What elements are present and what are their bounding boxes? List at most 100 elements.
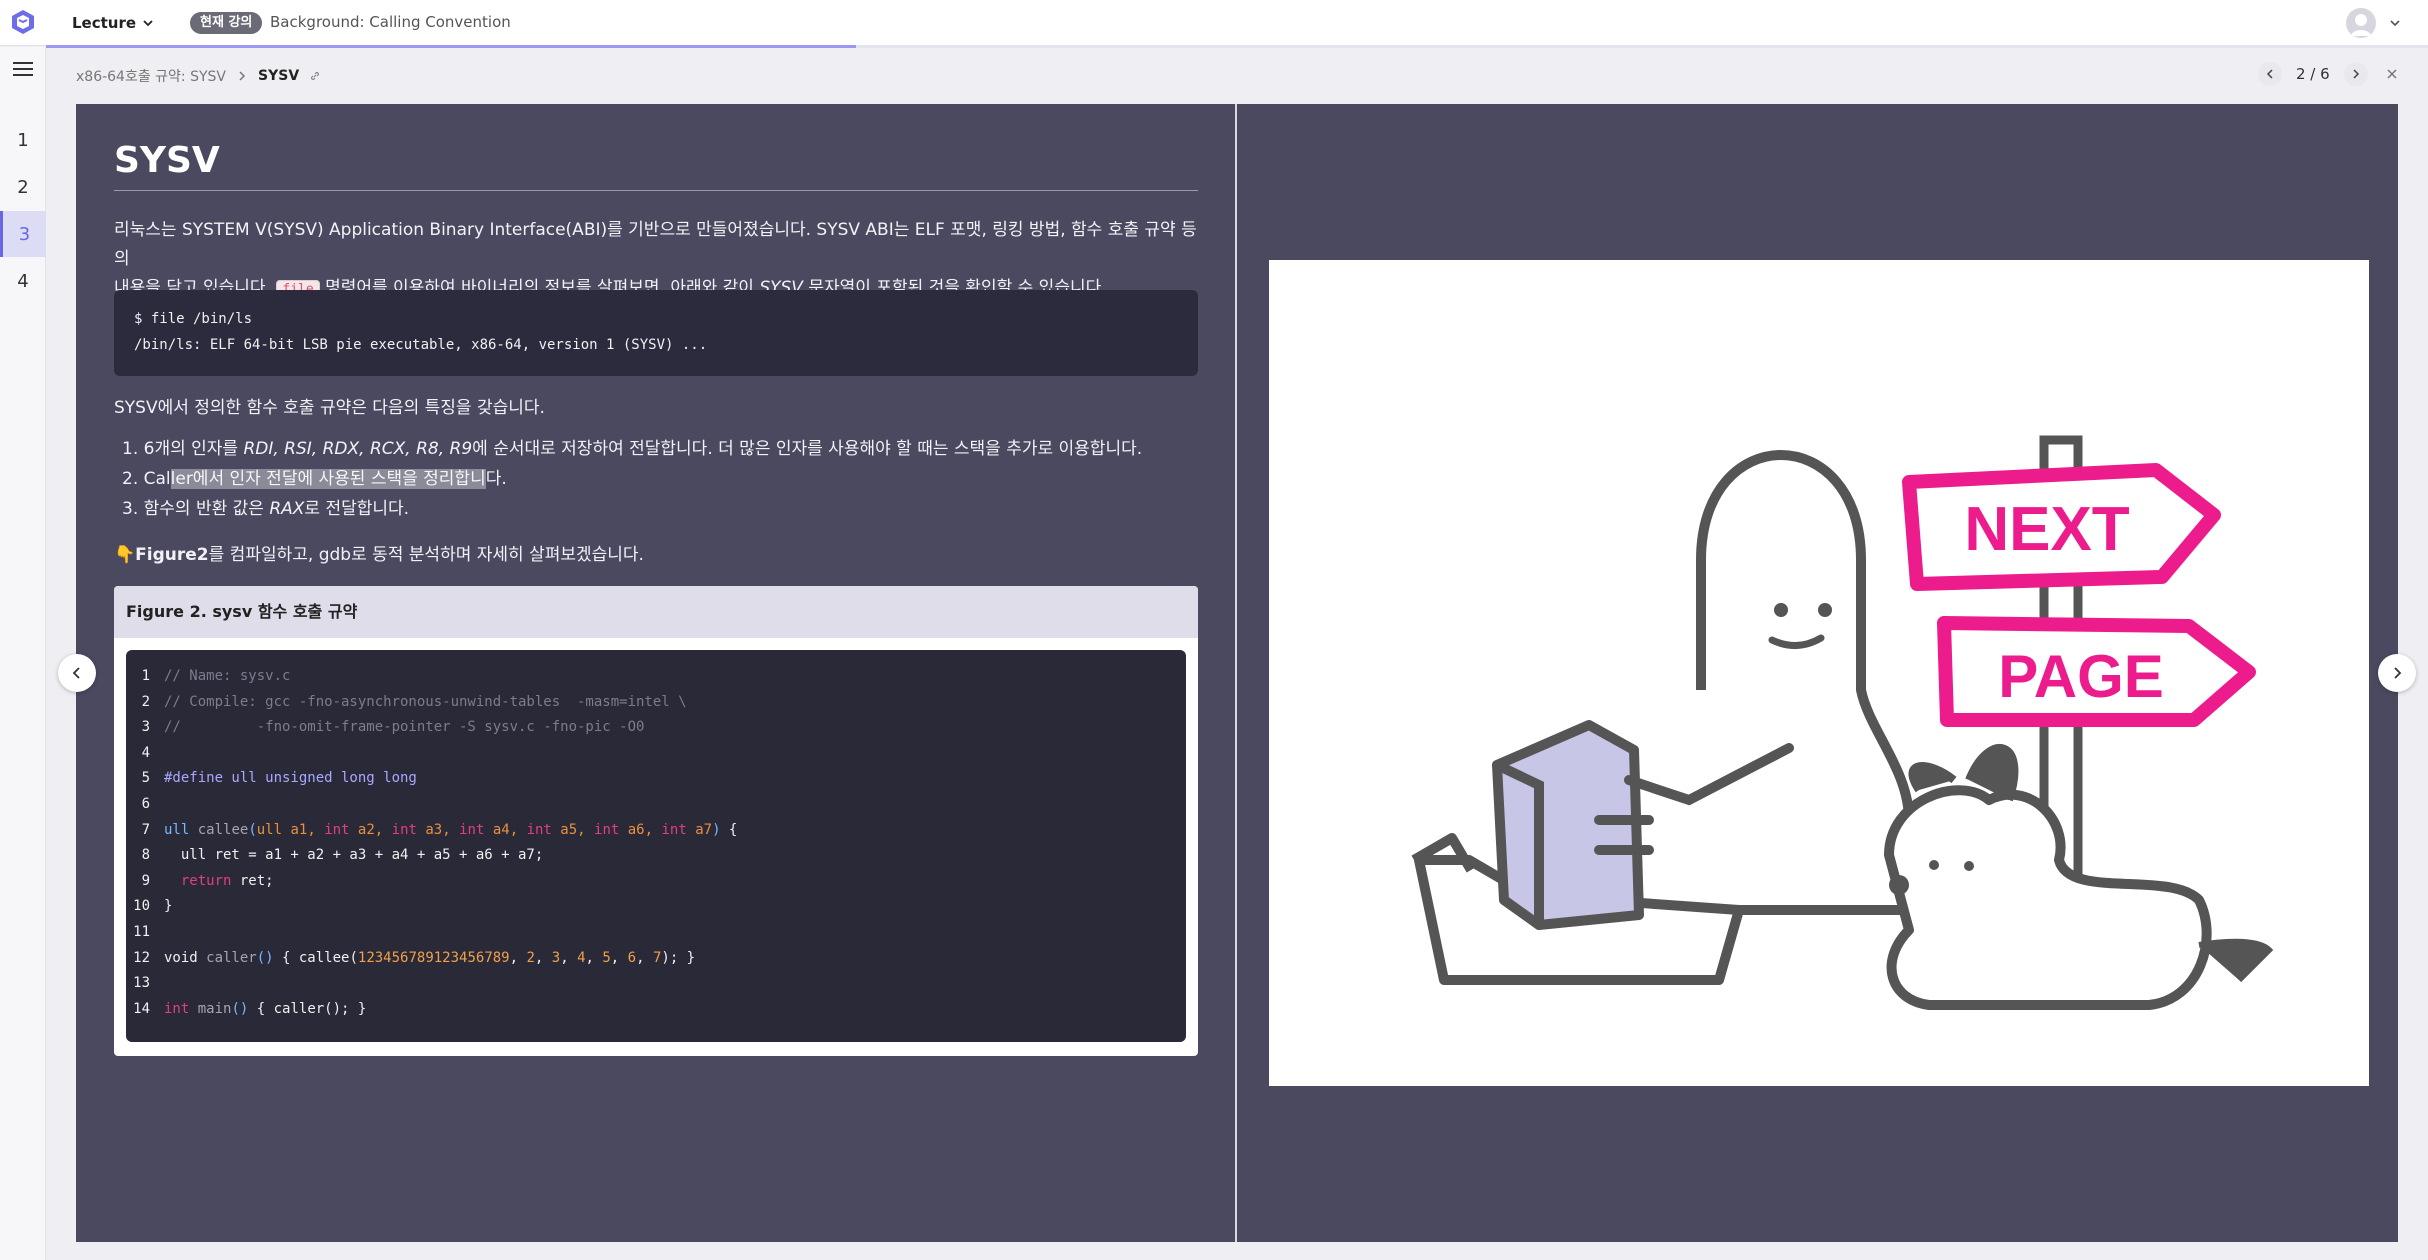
- close-button[interactable]: [2382, 64, 2402, 84]
- code-token: int: [526, 821, 552, 838]
- highlighted-selection: ler에서 인자 전달에 사용된 스택을 정리합니: [170, 469, 486, 489]
- close-icon: [2387, 69, 2397, 79]
- line-number: 13: [133, 975, 150, 992]
- code-text: int main() { caller(); }: [164, 997, 366, 1023]
- slide-stage: SYSV 리눅스는 SYSTEM V(SYSV) Application Bin…: [58, 104, 2416, 1242]
- code-token: ull: [164, 821, 190, 838]
- next-page-illustration: NEXT PAGE: [1411, 435, 2274, 1010]
- code-token: ,: [534, 949, 552, 966]
- code-token: 2: [526, 949, 535, 966]
- code-text: void caller() { callee(12345678912345678…: [164, 946, 695, 972]
- lecture-progress-bar: [46, 45, 2428, 48]
- prev-slide-button[interactable]: [2258, 62, 2282, 86]
- feature-1-a: 1. 6개의 인자를: [122, 439, 244, 459]
- line-number: 7: [141, 821, 150, 838]
- next-page-preview[interactable]: NEXT PAGE: [1269, 260, 2369, 1086]
- slide-content: SYSV 리눅스는 SYSTEM V(SYSV) Application Bin…: [114, 104, 1198, 1242]
- code-line: 4: [126, 741, 1186, 767]
- feature-1-registers: RDI, RSI, RDX, RCX, R8, R9: [243, 439, 473, 459]
- chevron-down-icon[interactable]: [2388, 16, 2402, 30]
- code-token: int: [594, 821, 620, 838]
- code-text: #define ull unsigned long long: [164, 770, 417, 787]
- code-line: 8 ull ret = a1 + a2 + a3 + a4 + a5 + a6 …: [126, 843, 1186, 869]
- current-lecture-title: Background: Calling Convention: [270, 13, 511, 31]
- features-list: 1. 6개의 인자를 RDI, RSI, RDX, RCX, R8, R9에 순…: [114, 434, 1142, 524]
- page-rail: 1 2 3 4: [0, 47, 46, 1260]
- hint-text: 를 컴파일하고, gdb로 동적 분석하며 자세히 살펴보겠습니다.: [208, 545, 644, 565]
- code-token: callee: [197, 821, 249, 838]
- code-token: 5: [602, 949, 611, 966]
- feature-1-b: 에 순서대로 저장하여 전달합니다. 더 많은 인자를 사용해야 할 때는 스택…: [472, 439, 1143, 459]
- list-item: 3. 함수의 반환 값은 RAX로 전달합니다.: [114, 494, 1142, 524]
- code-token: 123456789123456789: [357, 949, 510, 966]
- pointing-down-icon: 👇: [114, 545, 136, 565]
- code-token: int: [164, 1000, 190, 1017]
- hint-figure-ref: Figure2: [135, 545, 209, 565]
- code-token: ret;: [231, 872, 274, 889]
- logo-icon[interactable]: [8, 7, 38, 37]
- top-bar: Lecture 현재 강의 Background: Calling Conven…: [0, 0, 2428, 48]
- code-text: ull callee(ull a1, int a2, int a3, int a…: [164, 818, 737, 844]
- next-slide-button[interactable]: [2343, 62, 2368, 86]
- code-token: int: [459, 821, 485, 838]
- code-token: int: [661, 821, 687, 838]
- code-text: // Compile: gcc -fno-asynchronous-unwind…: [164, 693, 687, 710]
- code-text: return ret;: [164, 869, 274, 895]
- lecture-dropdown[interactable]: Lecture: [72, 10, 154, 36]
- line-number: 6: [141, 795, 150, 812]
- code-token: ,: [509, 949, 527, 966]
- line-number: 9: [141, 872, 150, 889]
- breadcrumb: x86-64호출 규약: SYSV SYSV: [76, 66, 321, 86]
- code-line: 2 // Compile: gcc -fno-asynchronous-unwin…: [126, 690, 1186, 716]
- code-token: a1,: [282, 821, 325, 838]
- rail-item-3[interactable]: 3: [0, 211, 46, 257]
- slide-counter: 2 / 6: [2296, 65, 2330, 83]
- feature-3-register: RAX: [269, 499, 305, 519]
- title-divider: [114, 190, 1198, 191]
- rail-item-1[interactable]: 1: [0, 117, 46, 163]
- code-text: // -fno-omit-frame-pointer -S sysv.c -fn…: [164, 719, 645, 736]
- code-text: }: [164, 898, 173, 915]
- chevron-right-icon: [2394, 667, 2402, 679]
- chevron-left-icon: [72, 667, 80, 679]
- list-item: 2. Caller에서 인자 전달에 사용된 스택을 정리합니다.: [114, 464, 1142, 494]
- menu-icon[interactable]: [13, 61, 33, 77]
- chevron-right-icon: [239, 71, 246, 81]
- features-intro: SYSV에서 정의한 함수 호출 규약은 다음의 특징을 갖습니다.: [114, 398, 545, 418]
- current-lecture-badge: 현재 강의: [190, 12, 263, 34]
- code-token: void: [164, 949, 198, 966]
- line-number: 14: [133, 1000, 150, 1017]
- code-line: 1 // Name: sysv.c: [126, 664, 1186, 690]
- line-number: 10: [133, 898, 150, 915]
- next-page-arrow[interactable]: [2378, 654, 2416, 692]
- code-token: ,: [636, 949, 653, 966]
- line-number: 11: [133, 923, 150, 940]
- code-token: 4: [577, 949, 586, 966]
- code-token: { caller(); }: [248, 1000, 367, 1017]
- slide-pager: 2 / 6: [2258, 62, 2402, 86]
- line-number: 5: [141, 770, 150, 787]
- progress-fill: [46, 45, 856, 48]
- feature-2-b: 다.: [485, 469, 507, 489]
- rail-item-2[interactable]: 2: [0, 164, 46, 210]
- page-sign: PAGE: [1937, 616, 2256, 727]
- code-token: (): [231, 1000, 249, 1017]
- code-token: ,: [610, 949, 628, 966]
- feature-3-a: 3. 함수의 반환 값은: [122, 499, 270, 519]
- chevron-left-icon: [2266, 69, 2273, 79]
- line-number: 12: [133, 949, 150, 966]
- code-token: a3,: [416, 821, 460, 838]
- prev-page-arrow[interactable]: [58, 654, 96, 692]
- breadcrumb-parent[interactable]: x86-64호출 규약: SYSV: [76, 66, 226, 86]
- line-number: 8: [141, 847, 150, 864]
- rail-item-4[interactable]: 4: [0, 258, 46, 304]
- code-line: 9 return ret;: [126, 869, 1186, 895]
- feature-3-b: 로 전달합니다.: [304, 499, 410, 519]
- pane-divider: [1235, 104, 1237, 1242]
- slide-title: SYSV: [114, 140, 220, 181]
- link-icon[interactable]: [309, 70, 321, 82]
- code-text: ull ret = a1 + a2 + a3 + a4 + a5 + a6 + …: [164, 847, 544, 864]
- avatar[interactable]: [2346, 8, 2376, 38]
- code-line: 11: [126, 920, 1186, 946]
- code-token: int: [391, 821, 417, 838]
